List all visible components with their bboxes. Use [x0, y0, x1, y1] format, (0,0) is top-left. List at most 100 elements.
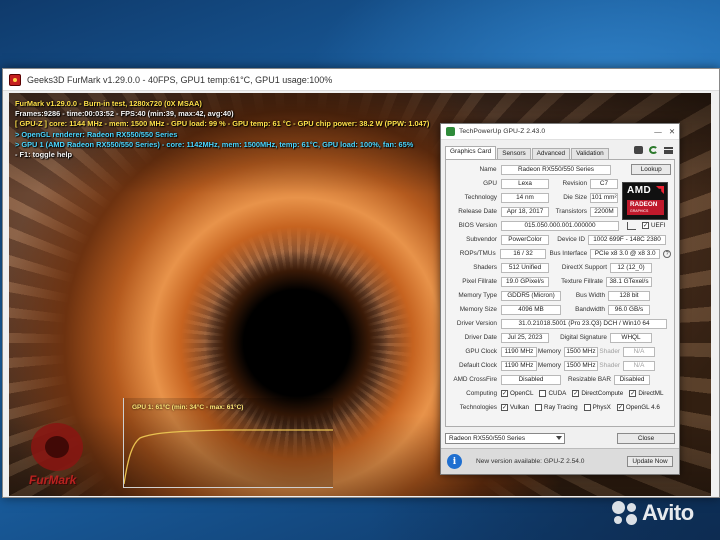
- pixel-fillrate-field: 19.0 GPixel/s: [501, 276, 549, 287]
- directml-checkbox[interactable]: ✓ DirectML: [629, 390, 664, 397]
- revision-field: C7: [590, 178, 618, 189]
- default-clock-shader-label: Shader: [599, 362, 620, 369]
- help-icon[interactable]: ?: [663, 249, 671, 258]
- texture-fillrate-label: Texture Fillrate: [561, 278, 603, 285]
- resizable-bar-label: Resizable BAR: [568, 376, 611, 383]
- gpuz-window-title: TechPowerUp GPU-Z 2.43.0: [459, 128, 546, 135]
- subvendor-label: Subvendor: [466, 236, 497, 243]
- uefi-checkbox-box[interactable]: ✓: [642, 222, 649, 229]
- tab-advanced[interactable]: Advanced: [531, 148, 571, 159]
- share-icon[interactable]: [627, 221, 636, 230]
- cuda-checkbox-box[interactable]: [539, 390, 547, 397]
- row-crossfire: AMD CrossFire Disabled Resizable BAR Dis…: [449, 374, 671, 385]
- close-button[interactable]: Close: [617, 432, 675, 444]
- gpuz-tab-bar: Graphics Card Sensors Advanced Validatio…: [441, 145, 679, 159]
- name-label: Name: [479, 166, 497, 173]
- osd-line: FurMark v1.29.0.0 - Burn-in test, 1280x7…: [15, 99, 202, 108]
- bus-interface-field: PCIe x8 3.0 @ x8 3.0: [590, 248, 661, 259]
- refresh-icon[interactable]: [649, 146, 658, 154]
- opencl-checkbox-box[interactable]: ✓: [501, 390, 508, 397]
- row-computing: Computing ✓ OpenCL CUDA ✓ DirectCompute ✓ D…: [449, 388, 671, 399]
- release-date-field: Apr 18, 2017: [501, 206, 549, 217]
- default-clock-field: 1190 MHz: [501, 360, 537, 371]
- osd-line: [ GPU-Z ] core: 1144 MHz - mem: 1500 MHz…: [15, 119, 430, 129]
- row-name: Name Radeon RX550/550 Series Lookup: [449, 164, 671, 175]
- tab-validation[interactable]: Validation: [571, 148, 609, 159]
- crossfire-field: Disabled: [501, 374, 561, 385]
- release-date-label: Release Date: [458, 208, 497, 215]
- ray-tracing-checkbox[interactable]: Ray Tracing: [535, 404, 578, 411]
- avito-watermark: Avito: [612, 500, 694, 526]
- memory-type-label: Memory Type: [458, 292, 497, 299]
- row-driver-version: Driver Version 31.0.21018.5001 (Pro 23.Q…: [449, 318, 671, 329]
- default-clock-label: Default Clock: [458, 362, 497, 369]
- physx-checkbox[interactable]: PhysX: [583, 404, 611, 411]
- revision-label: Revision: [562, 180, 587, 187]
- gpu-clock-shader-label: Shader: [599, 348, 620, 355]
- minimize-button[interactable]: —: [651, 127, 665, 136]
- chevron-down-icon: [556, 435, 562, 440]
- row-memory-type: Memory Type GDDR5 (Micron) Bus Width 128…: [449, 290, 671, 301]
- opengl-checkbox-box[interactable]: ✓: [616, 404, 624, 411]
- default-clock-shader-field: N/A: [623, 360, 655, 371]
- gpuz-titlebar[interactable]: TechPowerUp GPU-Z 2.43.0 — ✕: [441, 124, 679, 140]
- directml-label: DirectML: [638, 390, 664, 397]
- gpuz-window[interactable]: TechPowerUp GPU-Z 2.43.0 — ✕ Graphics Ca…: [440, 123, 680, 475]
- technologies-label: Technologies: [459, 404, 497, 411]
- directcompute-checkbox[interactable]: ✓ DirectCompute: [572, 390, 623, 397]
- physx-label: PhysX: [592, 404, 611, 411]
- rops-field: 16 / 32: [499, 248, 547, 259]
- vulkan-checkbox[interactable]: ✓ Vulkan: [501, 404, 529, 411]
- tab-sensors[interactable]: Sensors: [497, 148, 531, 159]
- gpu-clock-memory-label: Memory: [537, 348, 561, 355]
- opencl-checkbox[interactable]: ✓ OpenCL: [501, 390, 533, 397]
- digital-signature-label: Digital Signature: [560, 334, 607, 341]
- bus-interface-label: Bus Interface: [549, 250, 588, 257]
- uefi-checkbox[interactable]: ✓ UEFI: [642, 222, 665, 229]
- tab-graphics-card[interactable]: Graphics Card: [445, 146, 497, 159]
- gpu-select-dropdown[interactable]: Radeon RX550/550 Series: [445, 432, 565, 444]
- osd-line: > GPU 1 (AMD Radeon RX550/550 Series) - …: [15, 139, 414, 149]
- physx-checkbox-box[interactable]: [583, 404, 591, 411]
- menu-icon[interactable]: [664, 146, 673, 154]
- memory-size-label: Memory Size: [459, 306, 497, 313]
- directx-field: 12 (12_0): [610, 262, 652, 273]
- cuda-label: CUDA: [548, 390, 567, 397]
- lookup-button[interactable]: Lookup: [631, 164, 671, 175]
- furmark-titlebar[interactable]: Geeks3D FurMark v1.29.0.0 - 40FPS, GPU1 …: [3, 69, 719, 91]
- technology-label: Technology: [464, 194, 497, 201]
- update-notification-bar: i New version available: GPU-Z 2.54.0 Up…: [441, 448, 679, 474]
- furmark-logo-text: FurMark: [29, 473, 77, 487]
- gpu-field: Lexa: [501, 178, 549, 189]
- row-rops: ROPs/TMUs 16 / 32 Bus Interface PCIe x8 …: [449, 248, 671, 259]
- camera-icon[interactable]: [634, 146, 643, 154]
- row-memory-size: Memory Size 4096 MB Bandwidth 96.0 GB/s: [449, 304, 671, 315]
- resizable-bar-field: Disabled: [614, 374, 650, 385]
- avito-logo-icon: [612, 501, 638, 525]
- die-size-label: Die Size: [563, 194, 587, 201]
- temperature-graph-label: GPU 1: 61°C (min: 34°C - max: 61°C): [132, 404, 244, 411]
- opengl-checkbox[interactable]: ✓ OpenGL 4.6: [616, 404, 660, 411]
- driver-version-label: Driver Version: [456, 320, 497, 327]
- memory-size-field: 4096 MB: [501, 304, 561, 315]
- name-field: Radeon RX550/550 Series: [500, 164, 612, 175]
- osd-line: > OpenGL renderer: Radeon RX550/550 Seri…: [15, 129, 178, 139]
- close-window-button[interactable]: ✕: [665, 127, 679, 136]
- gpu-clock-memory-field: 1500 MHz: [564, 346, 598, 357]
- row-driver-date: Driver Date Jul 25, 2023 Digital Signatu…: [449, 332, 671, 343]
- directml-checkbox-box[interactable]: ✓: [629, 390, 637, 397]
- ray-tracing-checkbox-box[interactable]: [535, 404, 543, 411]
- technology-field: 14 nm: [501, 192, 549, 203]
- vulkan-checkbox-box[interactable]: ✓: [501, 404, 508, 411]
- gpu-clock-shader-field: N/A: [623, 346, 655, 357]
- update-now-button[interactable]: Update Now: [627, 456, 673, 467]
- bios-label: BIOS Version: [458, 222, 497, 229]
- crossfire-label: AMD CrossFire: [453, 376, 497, 383]
- transistors-field: 2200M: [590, 206, 618, 217]
- cuda-checkbox[interactable]: CUDA: [539, 390, 566, 397]
- directcompute-checkbox-box[interactable]: ✓: [572, 390, 580, 397]
- uefi-label: UEFI: [651, 222, 666, 229]
- gpuz-bottom-bar: Radeon RX550/550 Series Close: [445, 431, 675, 445]
- avito-wordmark: Avito: [642, 500, 694, 525]
- row-subvendor: Subvendor PowerColor Device ID 1002 699F…: [449, 234, 671, 245]
